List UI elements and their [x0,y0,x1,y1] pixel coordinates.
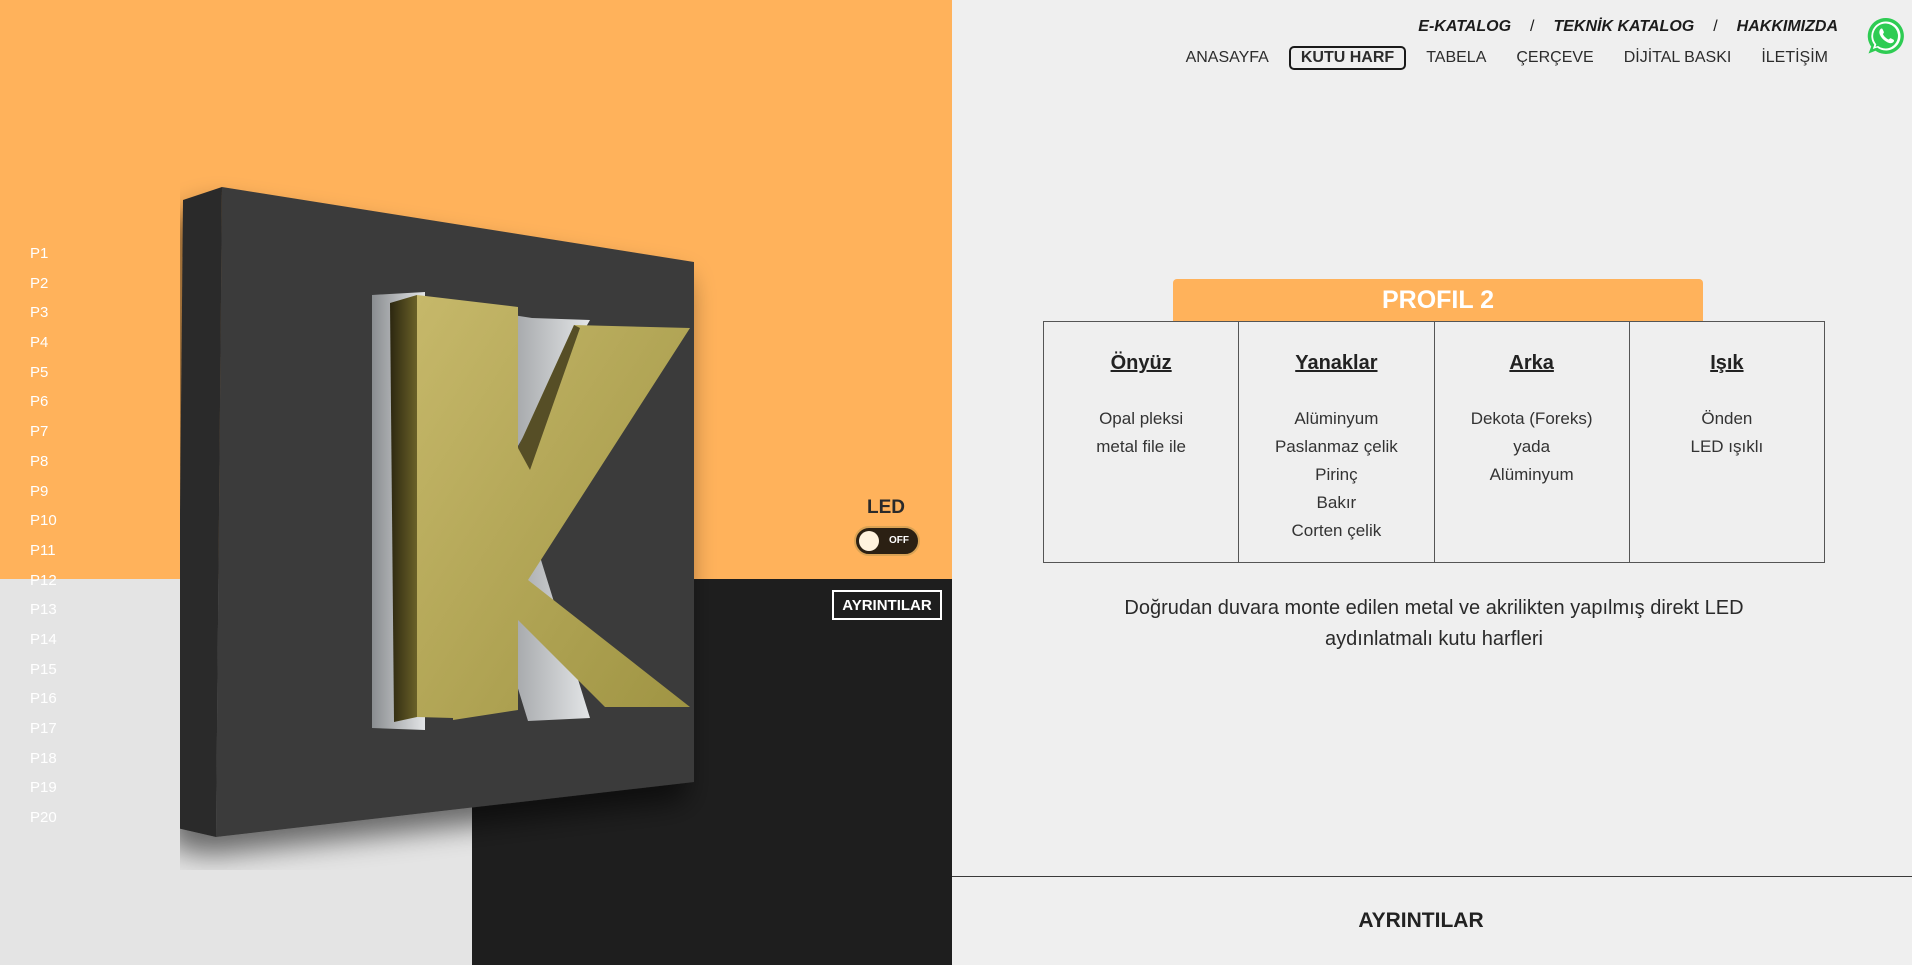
profile-item-p6[interactable]: P6 [30,392,57,422]
led-toggle-knob [859,531,879,551]
spec-column-yanaklar: Yanaklar Alüminyum Paslanmaz çelik Pirin… [1239,322,1435,562]
nav-iletisim[interactable]: İLETİŞİM [1751,47,1838,69]
spec-values: Opal pleksi metal file ile [1044,405,1238,461]
spec-value: Alüminyum [1294,409,1379,428]
spec-value: Corten çelik [1291,521,1382,540]
nav-anasayfa[interactable]: ANASAYFA [1176,47,1279,69]
spec-value: Paslanmaz çelik [1274,437,1398,456]
profile-list: P1 P2 P3 P4 P5 P6 P7 P8 P9 P10 P11 P12 P13 P14 P15 P16 P… [30,244,57,838]
led-label: LED [867,497,905,518]
spec-values: Alüminyum Paslanmaz çelik Pirinç Bakır C… [1239,405,1433,545]
profile-item-p20[interactable]: P20 [30,808,57,838]
e-katalog-link[interactable]: E-KATALOG [1418,18,1511,36]
profile-item-p3[interactable]: P3 [30,303,57,333]
divider [952,876,1912,877]
profile-item-p14[interactable]: P14 [30,630,57,660]
profile-item-p5[interactable]: P5 [30,363,57,393]
spec-column-isik: Işık Önden LED ışıklı [1630,322,1824,562]
profile-item-p9[interactable]: P9 [30,482,57,512]
nav-dijital-baski[interactable]: DİJİTAL BASKI [1614,47,1742,69]
spec-value: Alüminyum [1489,465,1574,484]
spec-value: Dekota (Foreks) [1470,409,1593,428]
led-toggle[interactable]: OFF [854,526,920,556]
details-button[interactable]: AYRINTILAR [1341,906,1501,936]
separator: / [1530,18,1535,35]
nav-kutu-harf[interactable]: KUTU HARF [1288,46,1407,70]
spec-value: Önden [1701,409,1753,428]
spec-value: yada [1513,437,1551,456]
product-details-button[interactable]: AYRINTILAR [832,590,942,620]
profile-item-p10[interactable]: P10 [30,511,57,541]
hakkimizda-link[interactable]: HAKKIMIZDA [1737,18,1838,36]
spec-column-onyuz: Önyüz Opal pleksi metal file ile [1044,322,1240,562]
profile-item-p4[interactable]: P4 [30,333,57,363]
product-visual-panel: P1 P2 P3 P4 P5 P6 P7 P8 P9 P10 P11 P12 P13 P14 P15 P16 P… [0,0,952,965]
profile-item-p17[interactable]: P17 [30,719,57,749]
spec-heading: Işık [1710,352,1744,374]
whatsapp-icon[interactable] [1866,16,1906,56]
spec-column-arka: Arka Dekota (Foreks) yada Alüminyum [1435,322,1630,562]
profile-item-p8[interactable]: P8 [30,452,57,482]
spec-value: LED ışıklı [1690,437,1764,456]
spec-heading: Arka [1509,352,1554,374]
product-info-panel: E-KATALOG / TEKNİK KATALOG / HAKKIMIZDA … [952,0,1912,965]
profile-item-p11[interactable]: P11 [30,541,57,571]
product-description: Doğrudan duvara monte edilen metal ve ak… [1124,597,1744,650]
spec-value: Bakır [1316,493,1357,512]
spec-values: Dekota (Foreks) yada Alüminyum [1435,405,1629,489]
spec-value: Pirinç [1315,465,1358,484]
profile-item-p2[interactable]: P2 [30,274,57,304]
led-state-label: OFF [889,535,909,546]
spec-table: Önyüz Opal pleksi metal file ile Yanakla… [1043,321,1825,563]
profile-item-p19[interactable]: P19 [30,778,57,808]
profile-item-p16[interactable]: P16 [30,689,57,719]
main-navigation: ANASAYFA KUTU HARF TABELA ÇERÇEVE DİJİTA… [1166,46,1838,70]
spec-value: Opal pleksi [1099,409,1184,428]
profile-item-p12[interactable]: P12 [30,571,57,601]
spec-heading: Yanaklar [1295,352,1378,374]
profile-item-p1[interactable]: P1 [30,244,57,274]
box-letter-product-image [180,187,694,837]
profile-item-p7[interactable]: P7 [30,422,57,452]
spec-value: metal file ile [1096,437,1186,456]
profile-title: PROFIL 2 [1173,279,1703,321]
spec-values: Önden LED ışıklı [1630,405,1824,461]
profile-item-p18[interactable]: P18 [30,749,57,779]
spec-heading: Önyüz [1110,352,1172,374]
teknik-katalog-link[interactable]: TEKNİK KATALOG [1553,18,1694,36]
nav-tabela[interactable]: TABELA [1416,47,1496,69]
profile-item-p13[interactable]: P13 [30,600,57,630]
profile-item-p15[interactable]: P15 [30,660,57,690]
top-links: E-KATALOG / TEKNİK KATALOG / HAKKIMIZDA [1418,18,1838,36]
nav-cerceve[interactable]: ÇERÇEVE [1506,47,1603,69]
separator: / [1713,18,1718,35]
